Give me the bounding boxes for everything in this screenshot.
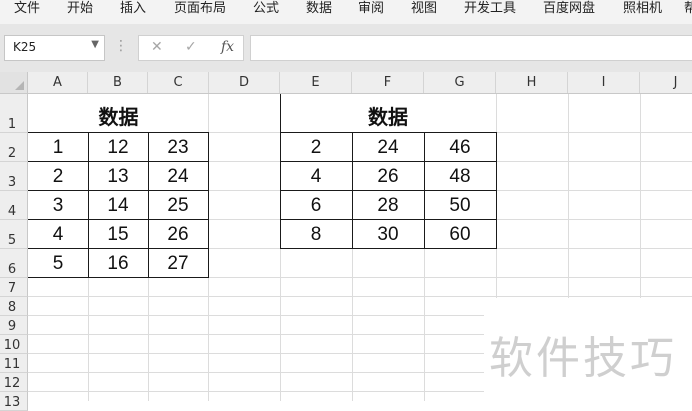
column-header-c[interactable]: C (148, 72, 209, 93)
column-header-g[interactable]: G (424, 72, 496, 93)
menu-bar: 文件 开始 插入 页面布局 公式 数据 审阅 视图 开发工具 百度网盘 照相机 … (0, 0, 692, 24)
row-header-13[interactable]: 13 (0, 392, 28, 411)
column-header-j[interactable]: J (640, 72, 692, 93)
name-box[interactable]: K25 ▼ (4, 35, 105, 61)
row-header-7[interactable]: 7 (0, 278, 28, 297)
table-cell[interactable]: 23 (148, 137, 208, 159)
name-box-value: K25 (13, 40, 37, 54)
column-header-e[interactable]: E (280, 72, 352, 93)
table-cell[interactable]: 28 (352, 195, 424, 217)
table-cell[interactable]: 1 (28, 137, 88, 159)
row-header-3[interactable]: 3 (0, 162, 28, 191)
column-header-b[interactable]: B (88, 72, 148, 93)
select-all-corner[interactable] (0, 72, 28, 94)
row-header-5[interactable]: 5 (0, 220, 28, 249)
table-cell[interactable]: 60 (424, 224, 496, 246)
menu-camera[interactable]: 照相机 (623, 0, 662, 22)
column-header-a[interactable]: A (28, 72, 88, 93)
table2-title: 数据 (368, 105, 408, 129)
row-header-6[interactable]: 6 (0, 249, 28, 278)
column-header-d[interactable]: D (209, 72, 280, 93)
select-all-icon (15, 81, 24, 90)
table-cell[interactable]: 26 (352, 166, 424, 188)
table-cell[interactable]: 48 (424, 166, 496, 188)
menu-insert[interactable]: 插入 (120, 0, 146, 22)
table-cell[interactable]: 2 (28, 166, 88, 188)
table-cell[interactable]: 6 (280, 195, 352, 217)
table-cell[interactable]: 5 (28, 253, 88, 275)
table-cell[interactable]: 24 (352, 137, 424, 159)
table-cell[interactable]: 26 (148, 224, 208, 246)
row-header-10[interactable]: 10 (0, 335, 28, 354)
table-cell[interactable]: 2 (280, 137, 352, 159)
table-cell[interactable]: 25 (148, 195, 208, 217)
menu-developer[interactable]: 开发工具 (464, 0, 516, 22)
table-cell[interactable]: 46 (424, 137, 496, 159)
watermark-text: 软件技巧 (489, 333, 677, 384)
row-header-4[interactable]: 4 (0, 191, 28, 220)
table-cell[interactable]: 14 (88, 195, 148, 217)
table-cell[interactable]: 24 (148, 166, 208, 188)
formula-input[interactable] (250, 35, 692, 61)
menu-baidu-netdisk[interactable]: 百度网盘 (543, 0, 595, 22)
menu-view[interactable]: 视图 (411, 0, 437, 22)
row-header-11[interactable]: 11 (0, 354, 28, 373)
table-cell[interactable]: 13 (88, 166, 148, 188)
table-cell[interactable]: 30 (352, 224, 424, 246)
row-header-2[interactable]: 2 (0, 133, 28, 162)
table-cell[interactable]: 16 (88, 253, 148, 275)
table-cell[interactable]: 4 (28, 224, 88, 246)
table-cell[interactable]: 50 (424, 195, 496, 217)
confirm-icon[interactable]: ✓ (185, 39, 197, 55)
menu-page-layout[interactable]: 页面布局 (174, 0, 226, 22)
column-header-f[interactable]: F (352, 72, 424, 93)
table-cell[interactable]: 3 (28, 195, 88, 217)
table-cell[interactable]: 4 (280, 166, 352, 188)
menu-help[interactable]: 帮 (684, 0, 692, 22)
menu-file[interactable]: 文件 (14, 0, 40, 22)
column-header-i[interactable]: I (568, 72, 640, 93)
chevron-down-icon[interactable]: ▼ (91, 39, 99, 50)
menu-formulas[interactable]: 公式 (253, 0, 279, 22)
menu-home[interactable]: 开始 (67, 0, 93, 22)
formula-tools: ✕ ✓ fx (138, 35, 244, 61)
row-header-8[interactable]: 8 (0, 297, 28, 316)
insert-function-icon[interactable]: fx (221, 39, 234, 55)
column-header-h[interactable]: H (496, 72, 568, 93)
row-header-1[interactable]: 1 (0, 94, 28, 133)
more-vertical-icon: ⋮ (114, 38, 128, 54)
table1-title: 数据 (98, 105, 139, 129)
column-headers: A B C D E F G H I J (0, 72, 692, 94)
menu-data[interactable]: 数据 (306, 0, 332, 22)
table-cell[interactable]: 27 (148, 253, 208, 275)
menu-review[interactable]: 审阅 (358, 0, 384, 22)
table-cell[interactable]: 12 (88, 137, 148, 159)
row-header-9[interactable]: 9 (0, 316, 28, 335)
table-cell[interactable]: 15 (88, 224, 148, 246)
table-cell[interactable]: 8 (280, 224, 352, 246)
row-header-12[interactable]: 12 (0, 373, 28, 392)
cancel-icon[interactable]: ✕ (151, 39, 163, 55)
